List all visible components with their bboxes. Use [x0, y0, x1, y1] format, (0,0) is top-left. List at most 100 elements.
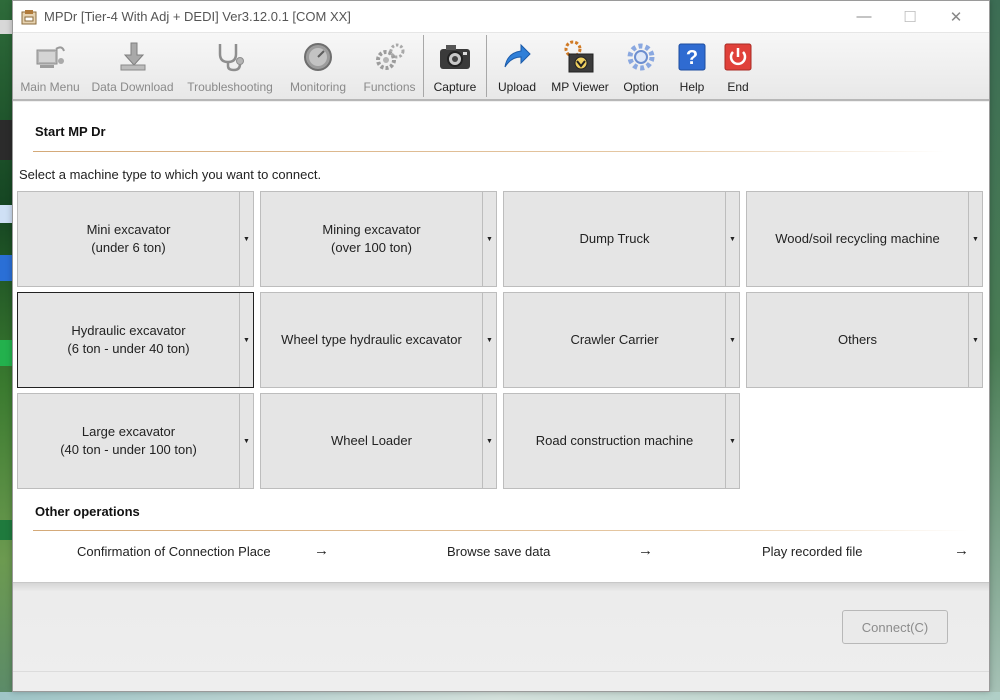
toolbar: Main Menu Data Download Troubleshooting	[13, 33, 989, 101]
toolbar-main-menu-button[interactable]: Main Menu	[15, 33, 85, 99]
machine-button-label: Wood/soil recycling machine	[747, 192, 968, 286]
download-icon	[115, 39, 151, 75]
dropdown-arrow-icon[interactable]: ▼	[482, 192, 496, 286]
main-content: Start MP Dr Select a machine type to whi…	[13, 102, 989, 582]
toolbar-label: Capture	[433, 80, 477, 94]
toolbar-option-button[interactable]: Option	[613, 33, 669, 99]
dropdown-arrow-icon[interactable]: ▼	[482, 293, 496, 387]
play-recorded-file-link[interactable]: Play recorded file	[762, 544, 862, 559]
toolbar-label: MP Viewer	[551, 80, 609, 94]
dropdown-arrow-icon[interactable]: ▼	[482, 394, 496, 488]
machine-button-label: Others	[747, 293, 968, 387]
machine-name: Wood/soil recycling machine	[775, 231, 940, 246]
maximize-button[interactable]: ☐	[887, 1, 933, 33]
dropdown-arrow-icon[interactable]: ▼	[725, 394, 739, 488]
dropdown-arrow-icon[interactable]: ▼	[968, 293, 982, 387]
machine-name: Road construction machine	[535, 433, 694, 448]
toolbar-label: Upload	[497, 80, 537, 94]
machine-name: Large excavator	[81, 424, 176, 439]
app-window: MPDr [Tier-4 With Adj + DEDI] Ver3.12.0.…	[12, 0, 990, 692]
connection-place-link[interactable]: Confirmation of Connection Place	[77, 544, 271, 559]
dropdown-arrow-icon[interactable]: ▼	[239, 394, 253, 488]
dropdown-arrow-icon[interactable]: ▼	[239, 293, 253, 387]
machine-road-construction-button[interactable]: Road construction machine ▼	[503, 393, 740, 489]
dropdown-arrow-icon[interactable]: ▼	[968, 192, 982, 286]
toolbar-label: Option	[623, 80, 659, 94]
footer-panel: Connect(C)	[13, 582, 989, 691]
camera-icon	[437, 39, 473, 75]
machine-name: Mini excavator	[86, 222, 171, 237]
gauge-icon	[300, 39, 336, 75]
toolbar-label: Troubleshooting	[187, 80, 273, 94]
machine-name: Crawler Carrier	[570, 332, 659, 347]
gears-icon	[372, 39, 408, 75]
machine-button-label: Road construction machine	[504, 394, 725, 488]
svg-text:?: ?	[686, 47, 698, 69]
toolbar-label: Functions	[363, 80, 416, 94]
option-gear-icon	[623, 39, 659, 75]
machine-name: Wheel Loader	[331, 433, 412, 448]
machine-button-label: Mini excavator (under 6 ton)	[18, 192, 239, 286]
machine-spec: (40 ton - under 100 ton)	[60, 442, 197, 457]
machine-wood-soil-recycling-button[interactable]: Wood/soil recycling machine ▼	[746, 191, 983, 287]
dropdown-arrow-icon[interactable]: ▼	[725, 192, 739, 286]
machine-button-label: Large excavator (40 ton - under 100 ton)	[18, 394, 239, 488]
toolbar-data-download-button[interactable]: Data Download	[85, 33, 180, 99]
arrow-right-icon[interactable]: →	[638, 542, 653, 559]
toolbar-label: Main Menu	[20, 80, 80, 94]
machine-wheel-hydraulic-excavator-button[interactable]: Wheel type hydraulic excavator ▼	[260, 292, 497, 388]
app-logo-icon	[21, 9, 37, 24]
upload-arrow-icon	[499, 39, 535, 75]
machine-button-label: Hydraulic excavator (6 ton - under 40 to…	[18, 293, 239, 387]
toolbar-help-button[interactable]: ? Help	[669, 33, 715, 99]
machine-mini-excavator-button[interactable]: Mini excavator (under 6 ton) ▼	[17, 191, 254, 287]
title-bar: MPDr [Tier-4 With Adj + DEDI] Ver3.12.0.…	[13, 1, 989, 33]
window-title: MPDr [Tier-4 With Adj + DEDI] Ver3.12.0.…	[44, 9, 351, 24]
toolbar-label: Data Download	[91, 80, 174, 94]
arrow-right-icon[interactable]: →	[314, 542, 329, 559]
toolbar-mp-viewer-button[interactable]: MP Viewer	[547, 33, 613, 99]
toolbar-capture-button[interactable]: Capture	[424, 33, 486, 99]
toolbar-label: End	[727, 80, 749, 94]
toolbar-label: Monitoring	[289, 80, 347, 94]
machine-button-label: Mining excavator (over 100 ton)	[261, 192, 482, 286]
machine-name: Dump Truck	[579, 231, 650, 246]
close-button[interactable]: ✕	[933, 1, 979, 33]
help-icon: ?	[674, 39, 710, 75]
machine-hydraulic-excavator-button[interactable]: Hydraulic excavator (6 ton - under 40 to…	[17, 292, 254, 388]
machine-mining-excavator-button[interactable]: Mining excavator (over 100 ton) ▼	[260, 191, 497, 287]
desktop-background-bottom	[0, 692, 1000, 700]
other-operations-title: Other operations	[35, 504, 140, 519]
toolbar-upload-button[interactable]: Upload	[487, 33, 547, 99]
arrow-right-icon[interactable]: →	[954, 542, 969, 559]
section-divider	[33, 530, 969, 531]
browse-save-data-link[interactable]: Browse save data	[447, 544, 550, 559]
machine-name: Others	[837, 332, 877, 347]
machine-dump-truck-button[interactable]: Dump Truck ▼	[503, 191, 740, 287]
connect-button[interactable]: Connect(C)	[842, 610, 948, 644]
viewer-icon	[562, 39, 598, 75]
machine-others-button[interactable]: Others ▼	[746, 292, 983, 388]
machine-button-label: Wheel type hydraulic excavator	[261, 293, 482, 387]
machine-button-label: Wheel Loader	[261, 394, 482, 488]
machine-crawler-carrier-button[interactable]: Crawler Carrier ▼	[503, 292, 740, 388]
machine-large-excavator-button[interactable]: Large excavator (40 ton - under 100 ton)…	[17, 393, 254, 489]
dropdown-arrow-icon[interactable]: ▼	[725, 293, 739, 387]
toolbar-functions-button[interactable]: Functions	[356, 33, 423, 99]
dropdown-arrow-icon[interactable]: ▼	[239, 192, 253, 286]
machine-spec: (6 ton - under 40 ton)	[67, 341, 190, 356]
machine-wheel-loader-button[interactable]: Wheel Loader ▼	[260, 393, 497, 489]
machine-spec: (under 6 ton)	[91, 240, 166, 255]
toolbar-troubleshooting-button[interactable]: Troubleshooting	[180, 33, 280, 99]
minimize-button[interactable]: —	[841, 1, 887, 33]
start-section-title: Start MP Dr	[35, 124, 106, 139]
section-divider	[33, 151, 945, 152]
machine-button-label: Dump Truck	[504, 192, 725, 286]
toolbar-monitoring-button[interactable]: Monitoring	[280, 33, 356, 99]
machine-spec: (over 100 ton)	[331, 240, 412, 255]
machine-name: Mining excavator	[322, 222, 421, 237]
machine-button-label: Crawler Carrier	[504, 293, 725, 387]
toolbar-end-button[interactable]: End	[715, 33, 761, 99]
machine-name: Wheel type hydraulic excavator	[281, 332, 462, 347]
power-icon	[720, 39, 756, 75]
